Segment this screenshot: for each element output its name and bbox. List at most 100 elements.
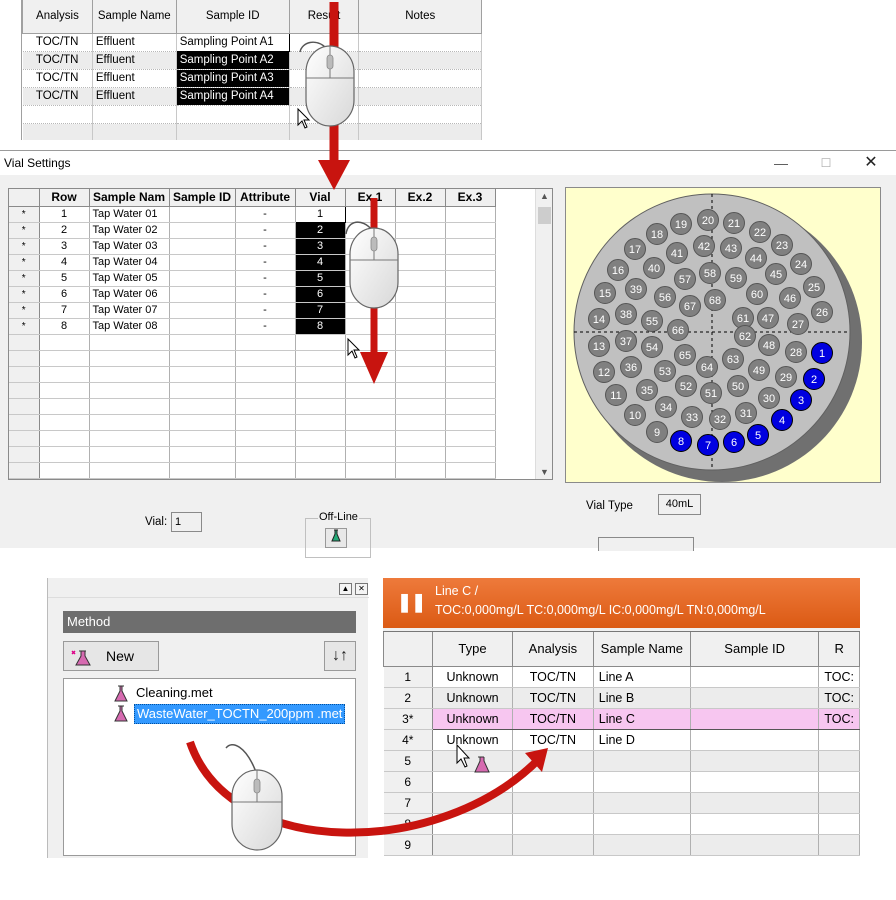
cell-attribute[interactable]: - <box>235 302 296 319</box>
vertical-scrollbar[interactable]: ▲ ▼ <box>535 189 552 479</box>
row-number[interactable]: 9 <box>383 834 433 856</box>
table-row[interactable]: 5 <box>383 750 860 772</box>
row-marker[interactable] <box>9 334 40 351</box>
vial-position-48[interactable]: 48 <box>758 334 780 356</box>
cell-sample-id[interactable] <box>169 206 236 223</box>
cell-row[interactable]: 8 <box>39 318 90 335</box>
vial-position-42[interactable]: 42 <box>693 235 715 257</box>
table-row[interactable] <box>9 462 496 479</box>
table-row[interactable] <box>9 350 496 367</box>
cell-sample-name[interactable]: Tap Water 06 <box>89 286 170 303</box>
table-cell[interactable] <box>295 414 346 431</box>
cell-attribute[interactable]: - <box>235 254 296 271</box>
table-cell[interactable] <box>345 414 396 431</box>
table-row[interactable]: TOC/TN Effluent Sampling Point A3 <box>22 69 482 88</box>
row-marker[interactable] <box>9 382 40 399</box>
table-cell[interactable] <box>445 446 496 463</box>
vial-position-38[interactable]: 38 <box>615 303 637 325</box>
table-cell[interactable] <box>445 382 496 399</box>
row-marker[interactable]: * <box>9 238 40 255</box>
close-icon[interactable]: ✕ <box>355 583 368 595</box>
cell-ex1[interactable] <box>345 222 396 239</box>
cell-row[interactable]: 5 <box>39 270 90 287</box>
row-marker[interactable]: * <box>9 302 40 319</box>
cell-sample-name[interactable]: Tap Water 01 <box>89 206 170 223</box>
row-number[interactable]: 4* <box>383 729 433 751</box>
cell-vial[interactable]: 6 <box>295 286 346 303</box>
vial-position-8[interactable]: 8 <box>670 430 692 452</box>
table-cell[interactable] <box>295 350 346 367</box>
vial-position-37[interactable]: 37 <box>615 330 637 352</box>
table-cell[interactable] <box>395 350 446 367</box>
vial-position-67[interactable]: 67 <box>679 295 701 317</box>
table-cell[interactable] <box>89 430 170 447</box>
vial-input[interactable]: 1 <box>171 512 202 532</box>
table-cell[interactable] <box>395 398 446 415</box>
vial-position-19[interactable]: 19 <box>670 213 692 235</box>
row-number[interactable]: 2 <box>383 687 433 709</box>
table-row[interactable]: 3* Unknown TOC/TN Line C TOC: <box>383 707 860 730</box>
table-row[interactable]: TOC/TN Effluent Sampling Point A4 <box>22 87 482 106</box>
cell-ex3[interactable] <box>445 254 496 271</box>
table-cell[interactable] <box>39 462 90 479</box>
cell-row[interactable]: 3 <box>39 238 90 255</box>
table-cell[interactable] <box>235 446 296 463</box>
table-cell[interactable] <box>395 366 446 383</box>
cell-sample-name[interactable]: Tap Water 08 <box>89 318 170 335</box>
table-cell[interactable] <box>395 414 446 431</box>
row-marker[interactable]: * <box>9 254 40 271</box>
new-method-button[interactable]: New <box>63 641 159 671</box>
row-marker[interactable]: * <box>9 270 40 287</box>
cell-analysis[interactable] <box>512 834 594 856</box>
vial-position-43[interactable]: 43 <box>720 237 742 259</box>
table-cell[interactable] <box>295 334 346 351</box>
table-cell[interactable] <box>235 462 296 479</box>
cell-sample-id[interactable] <box>690 750 820 772</box>
table-cell[interactable] <box>445 334 496 351</box>
cell-sample-name[interactable]: Tap Water 02 <box>89 222 170 239</box>
row-number[interactable]: 8 <box>383 813 433 835</box>
column-header-ex1[interactable]: Ex.1 <box>345 189 396 207</box>
vial-position-32[interactable]: 32 <box>709 408 731 430</box>
cell-ex3[interactable] <box>445 270 496 287</box>
cell-type[interactable] <box>432 834 514 856</box>
table-cell[interactable] <box>39 446 90 463</box>
table-row[interactable]: 9 <box>383 834 860 856</box>
column-header-notes[interactable]: Notes <box>358 0 482 34</box>
cell-sample-id[interactable] <box>690 666 820 688</box>
table-cell[interactable] <box>345 366 396 383</box>
cell-vial[interactable]: 5 <box>295 270 346 287</box>
cell-analysis[interactable] <box>512 750 594 772</box>
row-number[interactable]: 1 <box>383 666 433 688</box>
vial-position-44[interactable]: 44 <box>745 247 767 269</box>
cell-result[interactable]: TOC: <box>818 707 860 730</box>
cell-ex1[interactable] <box>345 254 396 271</box>
vial-type-field[interactable]: 40mL <box>658 494 701 515</box>
table-row[interactable]: 8 <box>383 813 860 835</box>
table-row[interactable]: TOC/TN Effluent Sampling Point A1 <box>22 32 482 52</box>
table-cell[interactable] <box>39 382 90 399</box>
table-cell[interactable] <box>295 462 346 479</box>
vial-position-51[interactable]: 51 <box>700 382 722 404</box>
cell-analysis[interactable]: TOC/TN <box>512 666 594 688</box>
cell-ex2[interactable] <box>395 222 446 239</box>
table-cell[interactable] <box>169 430 236 447</box>
row-number[interactable]: 5 <box>383 750 433 772</box>
vial-position-15[interactable]: 15 <box>594 282 616 304</box>
table-cell[interactable] <box>89 446 170 463</box>
vial-position-52[interactable]: 52 <box>675 375 697 397</box>
vial-position-14[interactable]: 14 <box>588 308 610 330</box>
pause-icon[interactable]: ❚❚ <box>397 592 426 613</box>
cell-sample-name[interactable]: Effluent <box>92 33 177 52</box>
cell-type[interactable]: Unknown <box>432 687 514 709</box>
table-row[interactable]: 7 <box>383 792 860 814</box>
table-cell[interactable] <box>169 462 236 479</box>
vial-position-6[interactable]: 6 <box>723 431 745 453</box>
table-cell[interactable] <box>235 414 296 431</box>
vial-position-60[interactable]: 60 <box>746 283 768 305</box>
column-header-analysis[interactable]: Analysis <box>22 0 93 34</box>
vial-position-54[interactable]: 54 <box>641 336 663 358</box>
table-cell[interactable] <box>235 334 296 351</box>
cell-notes[interactable] <box>358 51 482 70</box>
cell-attribute[interactable]: - <box>235 318 296 335</box>
